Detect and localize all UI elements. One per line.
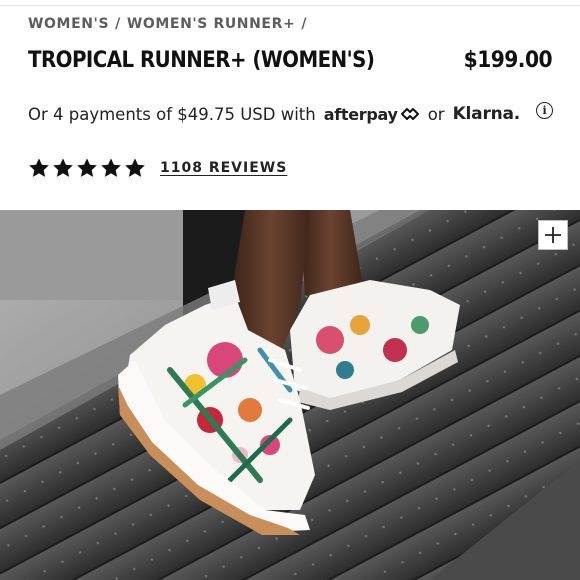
star-icon [53,158,73,177]
top-divider [0,0,580,6]
star-icon [29,158,49,177]
title-row: TROPICAL RUNNER+ (WOMEN'S) $199.00 [28,44,553,76]
product-photo [0,210,580,580]
breadcrumb-separator: / [301,16,308,32]
breadcrumb-separator: / [115,16,121,32]
product-price: $199.00 [463,47,553,73]
star-icon [101,158,121,177]
or-text: or [427,104,445,124]
breadcrumb-womens[interactable]: WOMEN'S [28,16,109,32]
klarna-logo[interactable]: Klarna. [453,104,521,124]
zoom-button[interactable] [538,220,568,250]
installment-text: Or 4 payments of $49.75 USD with [28,104,316,124]
breadcrumb: WOMEN'S / WOMEN'S RUNNER+ / [28,16,313,32]
product-title: TROPICAL RUNNER+ (WOMEN'S) [28,47,375,73]
installment-payments: Or 4 payments of $49.75 USD with afterpa… [28,101,554,126]
star-rating[interactable] [28,157,146,179]
star-icon [125,158,145,177]
star-icon [77,158,97,177]
afterpay-label: afterpay [323,104,398,124]
breadcrumb-womens-runner-plus[interactable]: WOMEN'S RUNNER+ [127,16,295,32]
reviews-link[interactable]: 1108 REVIEWS [160,160,287,176]
afterpay-logo[interactable]: afterpay [324,105,420,124]
info-icon[interactable]: i [536,101,554,119]
afterpay-arrows-icon [400,108,419,120]
rating-row: 1108 REVIEWS [28,155,287,181]
product-image[interactable] [0,210,580,580]
plus-icon [545,227,561,243]
